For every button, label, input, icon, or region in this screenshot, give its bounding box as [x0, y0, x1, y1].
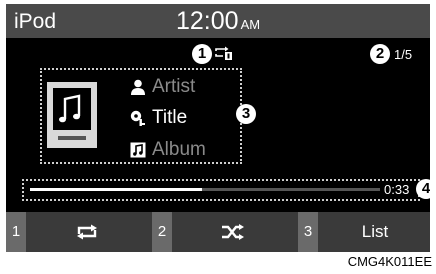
- elapsed-time: 0:33: [384, 182, 410, 197]
- song-title-icon: [130, 110, 145, 126]
- album-icon: [130, 142, 146, 158]
- album-name: Album: [152, 139, 206, 160]
- artist-name: Artist: [152, 76, 196, 97]
- key-number-2: 2: [152, 212, 172, 252]
- shuffle-icon: [222, 224, 244, 240]
- clock-ampm: AM: [240, 17, 261, 32]
- person-icon: [131, 79, 145, 95]
- progress-bar[interactable]: [30, 188, 380, 191]
- album-art-icon: [47, 82, 97, 148]
- playback-progress: 0:33: [22, 179, 420, 201]
- clock: 12:00 AM: [176, 7, 260, 36]
- song-title: Title: [152, 107, 188, 128]
- key-number-1: 1: [6, 212, 26, 252]
- status-bar: iPod 12:00 AM: [6, 4, 430, 38]
- bottom-button-bar: 1 2 3 List: [6, 212, 430, 252]
- track-counter: 1/5: [394, 47, 413, 62]
- list-button[interactable]: List: [320, 212, 430, 252]
- image-code-caption: CMG4K011EE: [347, 254, 432, 269]
- callout-marker-2: 2: [370, 44, 390, 64]
- key-number-3: 3: [298, 212, 318, 252]
- progress-bar-fill: [30, 188, 202, 191]
- repeat-icon: [77, 224, 97, 240]
- repeat-one-icon: [215, 46, 232, 60]
- clock-time: 12:00: [176, 7, 239, 35]
- shuffle-button[interactable]: [174, 212, 292, 252]
- list-button-label: List: [361, 222, 389, 241]
- app-title: iPod: [14, 10, 57, 33]
- repeat-button[interactable]: [28, 212, 146, 252]
- callout-marker-4: 4: [416, 179, 430, 199]
- media-screen: iPod 12:00 AM 1 2 1/5 Artist Title Album…: [6, 4, 430, 252]
- callout-marker-3: 3: [236, 104, 256, 124]
- callout-marker-1: 1: [192, 44, 212, 64]
